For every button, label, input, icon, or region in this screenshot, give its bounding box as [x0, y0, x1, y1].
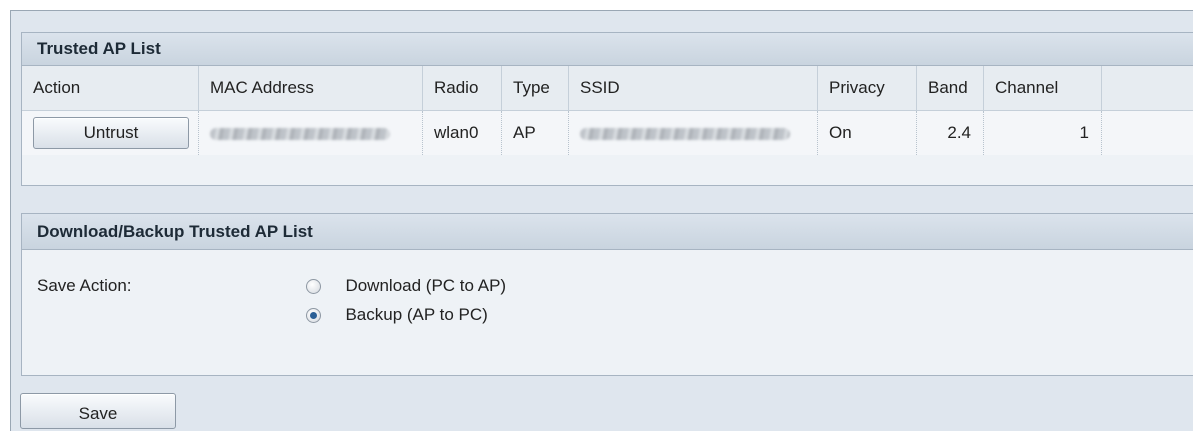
column-header-channel: Channel	[984, 66, 1102, 111]
column-header-filler	[1102, 66, 1193, 111]
backup-radio[interactable]	[306, 308, 321, 323]
column-header-privacy: Privacy	[818, 66, 917, 111]
column-header-band: Band	[917, 66, 984, 111]
mac-address-redacted	[210, 128, 390, 140]
table-header-row: Action MAC Address Radio Type SSID Priva…	[22, 66, 1193, 111]
channel-cell: 1	[984, 111, 1102, 156]
download-option[interactable]: Download (PC to AP)	[306, 276, 506, 298]
type-cell: AP	[502, 111, 569, 156]
column-header-action: Action	[22, 66, 199, 111]
privacy-cell: On	[818, 111, 917, 156]
download-backup-body: Save Action: Download (PC to AP) Backup …	[22, 250, 1193, 375]
column-header-radio: Radio	[423, 66, 502, 111]
untrust-button[interactable]: Untrust	[33, 117, 189, 149]
radio-cell: wlan0	[423, 111, 502, 156]
download-backup-title: Download/Backup Trusted AP List	[22, 214, 1193, 250]
download-radio[interactable]	[306, 279, 321, 294]
download-option-label: Download (PC to AP)	[345, 276, 506, 295]
action-cell: Untrust	[22, 111, 199, 156]
column-header-mac-address: MAC Address	[199, 66, 423, 111]
download-backup-panel: Download/Backup Trusted AP List Save Act…	[21, 213, 1193, 376]
trusted-ap-list-panel: Trusted AP List Action MAC Address Radio…	[21, 32, 1193, 186]
filler-cell	[1102, 111, 1193, 156]
column-header-type: Type	[502, 66, 569, 111]
save-action-label: Save Action:	[37, 276, 132, 296]
backup-option[interactable]: Backup (AP to PC)	[306, 305, 488, 327]
trusted-ap-table: Action MAC Address Radio Type SSID Priva…	[22, 66, 1193, 155]
ssid-redacted	[580, 128, 790, 140]
page-frame: Trusted AP List Action MAC Address Radio…	[10, 10, 1193, 431]
band-cell: 2.4	[917, 111, 984, 156]
column-header-ssid: SSID	[569, 66, 818, 111]
trusted-ap-list-title: Trusted AP List	[22, 33, 1193, 66]
table-row: Untrust wlan0 AP On 2.4 1	[22, 111, 1193, 156]
save-button[interactable]: Save	[20, 393, 176, 429]
mac-address-cell	[199, 111, 423, 156]
backup-option-label: Backup (AP to PC)	[345, 305, 487, 324]
ssid-cell	[569, 111, 818, 156]
